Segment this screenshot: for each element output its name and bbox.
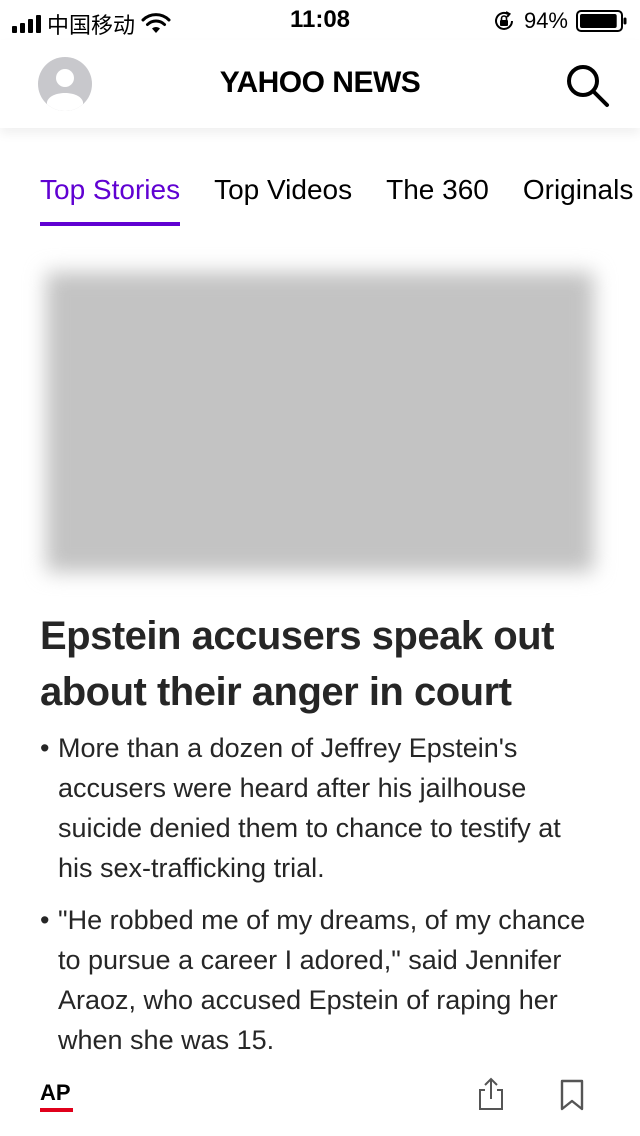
battery-icon [576, 10, 627, 32]
battery-percent: 94% [523, 8, 568, 33]
app-header: YAHOO NEWS [0, 40, 640, 128]
status-bar: 中国移动 11:08 94% [0, 0, 640, 40]
status-right: 94% [492, 8, 628, 34]
tab-top-stories[interactable]: Top Stories [40, 160, 181, 226]
search-icon[interactable] [562, 60, 612, 110]
bookmark-icon[interactable] [558, 1078, 586, 1112]
section-tabs: Top Stories Top Videos The 360 Originals [40, 160, 633, 230]
app-brand-title: YAHOO NEWS [219, 66, 421, 99]
tab-originals[interactable]: Originals [523, 160, 633, 226]
share-icon[interactable] [476, 1076, 506, 1112]
summary-bullet: More than a dozen of Jeffrey Epstein's a… [40, 728, 600, 888]
tab-top-videos[interactable]: Top Videos [214, 160, 352, 226]
story-image[interactable] [46, 272, 594, 572]
orientation-lock-icon [494, 11, 513, 30]
story-headline[interactable]: Epstein accusers speak out about their a… [40, 608, 600, 720]
story-summary-list: More than a dozen of Jeffrey Epstein's a… [40, 728, 600, 1072]
tab-the-360[interactable]: The 360 [386, 160, 489, 226]
source-logo[interactable]: AP [40, 1080, 73, 1112]
summary-bullet: "He robbed me of my dreams, of my chance… [40, 900, 600, 1060]
